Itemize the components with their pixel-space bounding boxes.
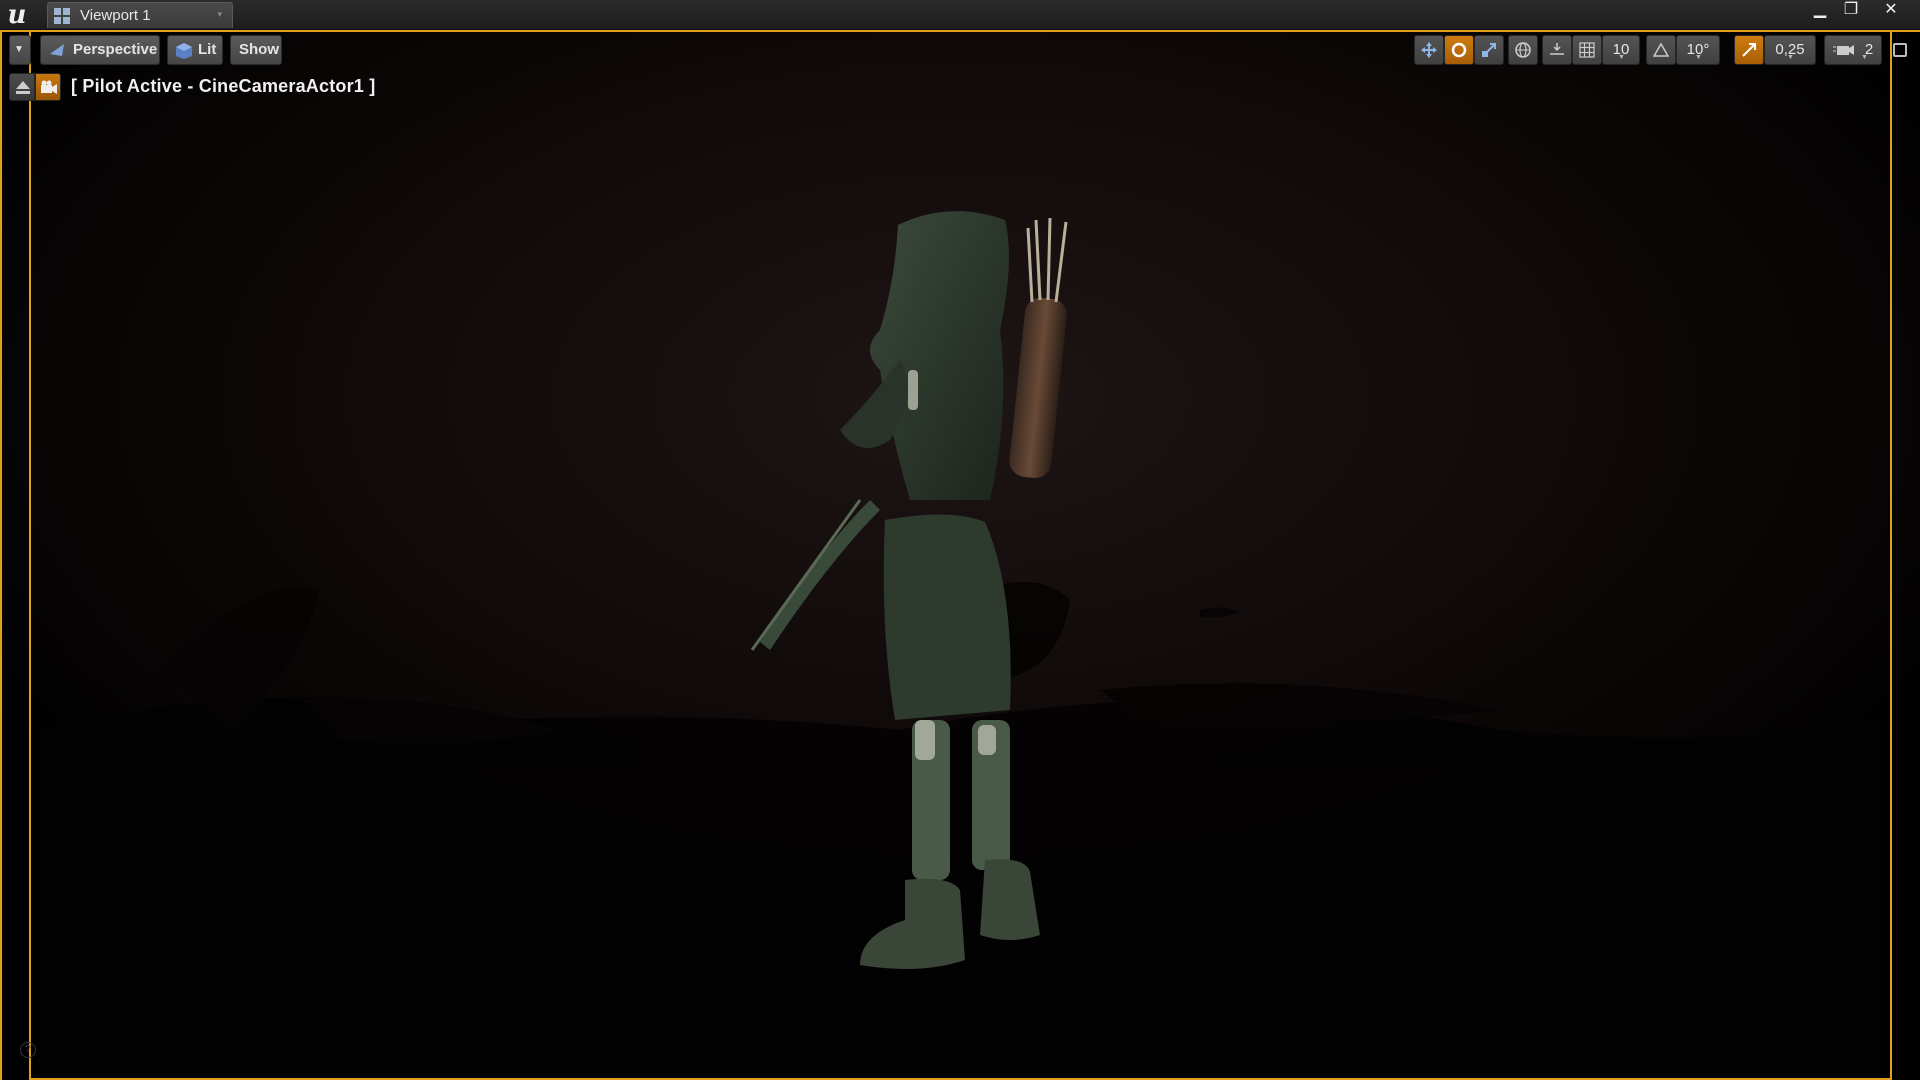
tab-viewport[interactable]: Viewport 1 ▾ [47,2,233,28]
surface-snap-icon [1550,43,1564,55]
restore-button[interactable]: ❐ [1836,0,1866,20]
translate-mode-button[interactable] [1414,35,1444,65]
viewport-options-button[interactable]: ▼ [9,35,31,65]
maximize-viewport-icon[interactable] [1893,43,1907,57]
tab-label: Viewport 1 [80,7,151,24]
rotate-icon [1451,42,1467,58]
scale-snap-value-button[interactable]: 0,25 ▼ [1764,35,1816,65]
unreal-logo-icon[interactable]: u [2,1,32,29]
minimize-button[interactable]: ▁ [1805,0,1835,20]
perspective-label: Perspective [73,41,158,58]
lit-cube-icon [176,43,192,59]
show-button[interactable]: Show [230,35,282,65]
lit-label: Lit [198,41,217,58]
rotation-snap-value-button[interactable]: 10° ▼ [1676,35,1720,65]
show-label: Show [239,41,279,58]
grid-icon [1579,42,1595,58]
surface-snap-button[interactable] [1542,35,1572,65]
perspective-icon [50,44,64,56]
eject-icon [16,81,30,94]
chevron-down-icon: ▼ [14,44,24,55]
world-local-toggle[interactable] [1508,35,1538,65]
help-icon[interactable]: ? [20,1042,36,1058]
scale-icon [1482,43,1496,57]
chevron-down-icon: ▼ [1861,54,1868,61]
viewport-border-left [0,30,2,1080]
scale-snap-toggle[interactable] [1734,35,1764,65]
globe-icon [1515,42,1531,58]
chevron-down-icon: ▼ [1618,54,1625,61]
move-arrows-icon [1421,42,1437,58]
camera-speed-button[interactable]: 2 ▼ [1824,35,1882,65]
close-button[interactable]: ✕ [1876,0,1906,20]
chevron-down-icon: ▼ [1695,54,1702,61]
tab-chevron-icon[interactable]: ▾ [217,9,222,20]
grid-snap-toggle[interactable] [1572,35,1602,65]
eject-pilot-button[interactable] [9,73,35,101]
perspective-button[interactable]: Perspective [40,35,160,65]
rotation-snap-toggle[interactable] [1646,35,1676,65]
camera-speed-icon [1833,45,1854,55]
chevron-down-icon: ▼ [1787,54,1794,61]
title-bar: u Viewport 1 ▾ ▁ ❐ ✕ [0,0,1920,30]
grid-snap-value-button[interactable]: 10 ▼ [1602,35,1640,65]
viewport-layout-icon [54,8,70,24]
pilot-status-text: [ Pilot Active - CineCameraActor1 ] [71,76,376,96]
camera-icon [41,80,57,94]
scale-snap-icon [1742,43,1756,57]
pilot-camera-button[interactable] [35,73,61,101]
viewport-border [29,30,1892,1080]
viewport[interactable]: ▼ Perspective Lit Show 10 ▼ 10° ▼ 0,25 ▼… [0,30,1920,1080]
lit-button[interactable]: Lit [167,35,223,65]
rotate-mode-button[interactable] [1444,35,1474,65]
angle-icon [1653,42,1669,57]
scale-mode-button[interactable] [1474,35,1504,65]
